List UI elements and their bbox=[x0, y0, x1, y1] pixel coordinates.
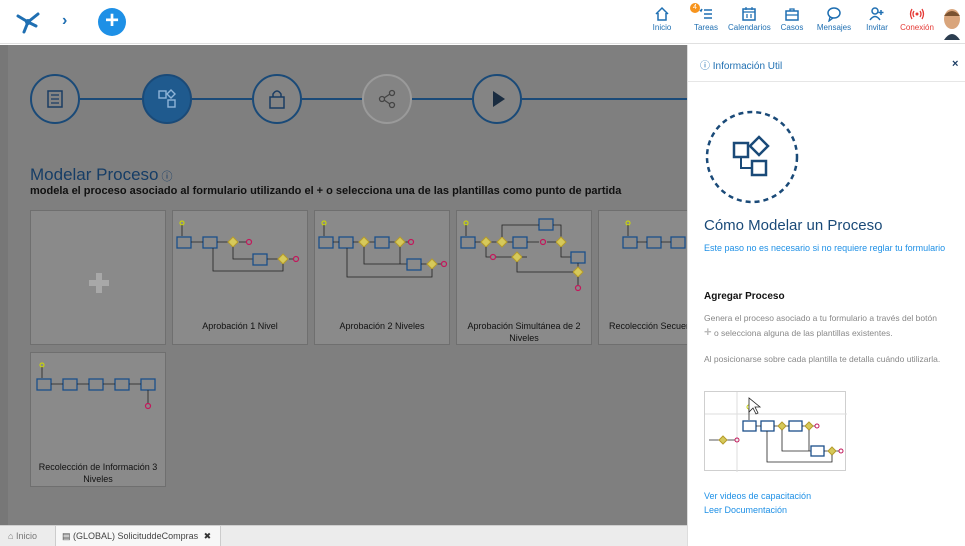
open-form-tab-label: (GLOBAL) SolicituddeCompras bbox=[73, 531, 199, 541]
nav-inicio[interactable]: Inicio bbox=[650, 6, 674, 40]
nav-calendarios[interactable]: Calendarios bbox=[728, 6, 771, 40]
form-icon: ▤ bbox=[62, 531, 71, 541]
stepper-line bbox=[192, 98, 252, 100]
nav-tareas-label: Tareas bbox=[693, 23, 718, 32]
info-panel-header: ⓘ Información Util × bbox=[688, 45, 965, 82]
template-preview-image bbox=[704, 391, 847, 472]
nav-calendarios-label: Calendarios bbox=[728, 23, 771, 32]
nav-invitar[interactable]: Invitar bbox=[864, 6, 890, 40]
template-diagram-icon bbox=[36, 362, 156, 410]
plus-icon: + bbox=[704, 324, 712, 339]
stepper-line bbox=[302, 98, 362, 100]
tasks-badge: 4 bbox=[690, 3, 700, 13]
logo-icon[interactable] bbox=[14, 10, 42, 34]
new-button[interactable]: + bbox=[98, 8, 126, 36]
info-panel-title-text: Información Util bbox=[712, 61, 783, 72]
signal-icon bbox=[909, 8, 925, 20]
nav-casos-label: Casos bbox=[780, 23, 804, 32]
info-icon: ⓘ bbox=[700, 61, 710, 72]
open-form-tab[interactable]: ▤ (GLOBAL) SolicituddeCompras ✖ bbox=[55, 526, 221, 546]
template-label: Aprobación 2 Niveles bbox=[339, 321, 425, 331]
template-card[interactable]: Aprobación 2 Niveles bbox=[314, 210, 450, 345]
nav-tareas[interactable]: 4 Tareas bbox=[690, 3, 720, 40]
expand-menu-chevron-icon[interactable]: › bbox=[62, 12, 67, 30]
close-panel-button[interactable]: × bbox=[952, 58, 958, 70]
step-share[interactable] bbox=[362, 74, 412, 124]
play-icon bbox=[493, 91, 505, 107]
nav-casos[interactable]: Casos bbox=[779, 6, 805, 40]
step-form[interactable] bbox=[30, 74, 80, 124]
form-icon bbox=[47, 90, 63, 108]
training-videos-link[interactable]: Ver videos de capacitación bbox=[704, 491, 811, 501]
template-label: Aprobación 1 Nivel bbox=[202, 321, 278, 331]
section-text-b: o selecciona alguna de las plantillas ex… bbox=[713, 328, 893, 338]
stepper-line bbox=[412, 98, 472, 100]
section-text: Genera el proceso asociado a tu formular… bbox=[704, 311, 960, 340]
template-label: Aprobación Simultánea de 2 Niveles bbox=[467, 321, 581, 343]
template-card[interactable]: Recolección Secuencial de Información de… bbox=[598, 210, 687, 345]
process-icon bbox=[158, 89, 176, 108]
calendar-icon bbox=[742, 7, 756, 21]
step-security[interactable] bbox=[252, 74, 302, 124]
panel-heading: Cómo Modelar un Proceso bbox=[704, 217, 883, 234]
new-process-card[interactable] bbox=[30, 210, 166, 345]
close-tab-icon[interactable]: ✖ bbox=[204, 531, 212, 541]
page-subtitle: modela el proceso asociado al formulario… bbox=[30, 185, 622, 197]
stepper-line bbox=[80, 98, 142, 100]
template-diagram-icon bbox=[460, 218, 586, 292]
nav-mensajes-label: Mensajes bbox=[816, 23, 852, 32]
template-diagram-icon bbox=[318, 220, 448, 278]
process-model-icon bbox=[705, 110, 799, 204]
plus-icon bbox=[89, 273, 109, 293]
template-diagram-icon bbox=[622, 220, 686, 249]
nav-mensajes[interactable]: Mensajes bbox=[815, 6, 853, 40]
nav-invitar-label: Invitar bbox=[866, 23, 888, 32]
briefcase-icon bbox=[785, 8, 799, 21]
top-bar: › + Inicio 4 Tareas Calendarios Casos Me… bbox=[0, 0, 965, 44]
home-icon bbox=[655, 6, 669, 21]
page-title-text: Modelar Proceso bbox=[30, 165, 159, 184]
share-icon bbox=[378, 89, 396, 109]
lock-icon bbox=[269, 90, 285, 109]
tasks-icon bbox=[699, 8, 712, 19]
chat-icon bbox=[827, 7, 841, 22]
step-process[interactable] bbox=[142, 74, 192, 124]
bottom-home-label: Inicio bbox=[15, 531, 37, 541]
section-text-a: Genera el proceso asociado a tu formular… bbox=[704, 313, 937, 323]
wizard-stepper bbox=[0, 45, 687, 145]
template-label: Recolección de Información 3 Niveles bbox=[38, 462, 158, 484]
bottom-bar: ⌂ Inicio ▤ (GLOBAL) SolicituddeCompras ✖ bbox=[0, 525, 687, 546]
info-icon[interactable]: ⓘ bbox=[162, 171, 173, 183]
nav-conexion[interactable]: Conexión bbox=[900, 6, 934, 40]
section-title: Agregar Proceso bbox=[704, 291, 785, 302]
nav-inicio-label: Inicio bbox=[652, 23, 672, 32]
step-run[interactable] bbox=[472, 74, 522, 124]
stepper-line bbox=[522, 98, 687, 100]
info-panel-title: ⓘ Información Util bbox=[700, 57, 782, 72]
user-avatar[interactable] bbox=[940, 6, 964, 40]
info-panel: ⓘ Información Util × Cómo Modelar un Pro… bbox=[687, 45, 965, 546]
template-diagram-icon bbox=[176, 220, 300, 272]
home-icon: ⌂ bbox=[8, 531, 14, 541]
add-user-icon bbox=[869, 7, 884, 21]
documentation-link[interactable]: Leer Documentación bbox=[704, 505, 787, 515]
hover-hint: Al posicionarse sobre cada plantilla te … bbox=[704, 354, 941, 364]
template-card[interactable]: Aprobación Simultánea de 2 Niveles bbox=[456, 210, 592, 345]
template-card[interactable]: Aprobación 1 Nivel bbox=[172, 210, 308, 345]
bottom-home-link[interactable]: ⌂ Inicio bbox=[8, 531, 37, 541]
main-content: Modelar Proceso ⓘ modela el proceso asoci… bbox=[0, 45, 687, 525]
template-card[interactable]: Recolección de Información 3 Niveles bbox=[30, 352, 166, 487]
template-label: Recolección Secuencial de Información de… bbox=[609, 321, 687, 331]
panel-intro: Este paso no es necesario si no requiere… bbox=[704, 243, 946, 253]
page-title: Modelar Proceso ⓘ bbox=[30, 165, 173, 185]
nav-conexion-label: Conexión bbox=[900, 23, 934, 32]
